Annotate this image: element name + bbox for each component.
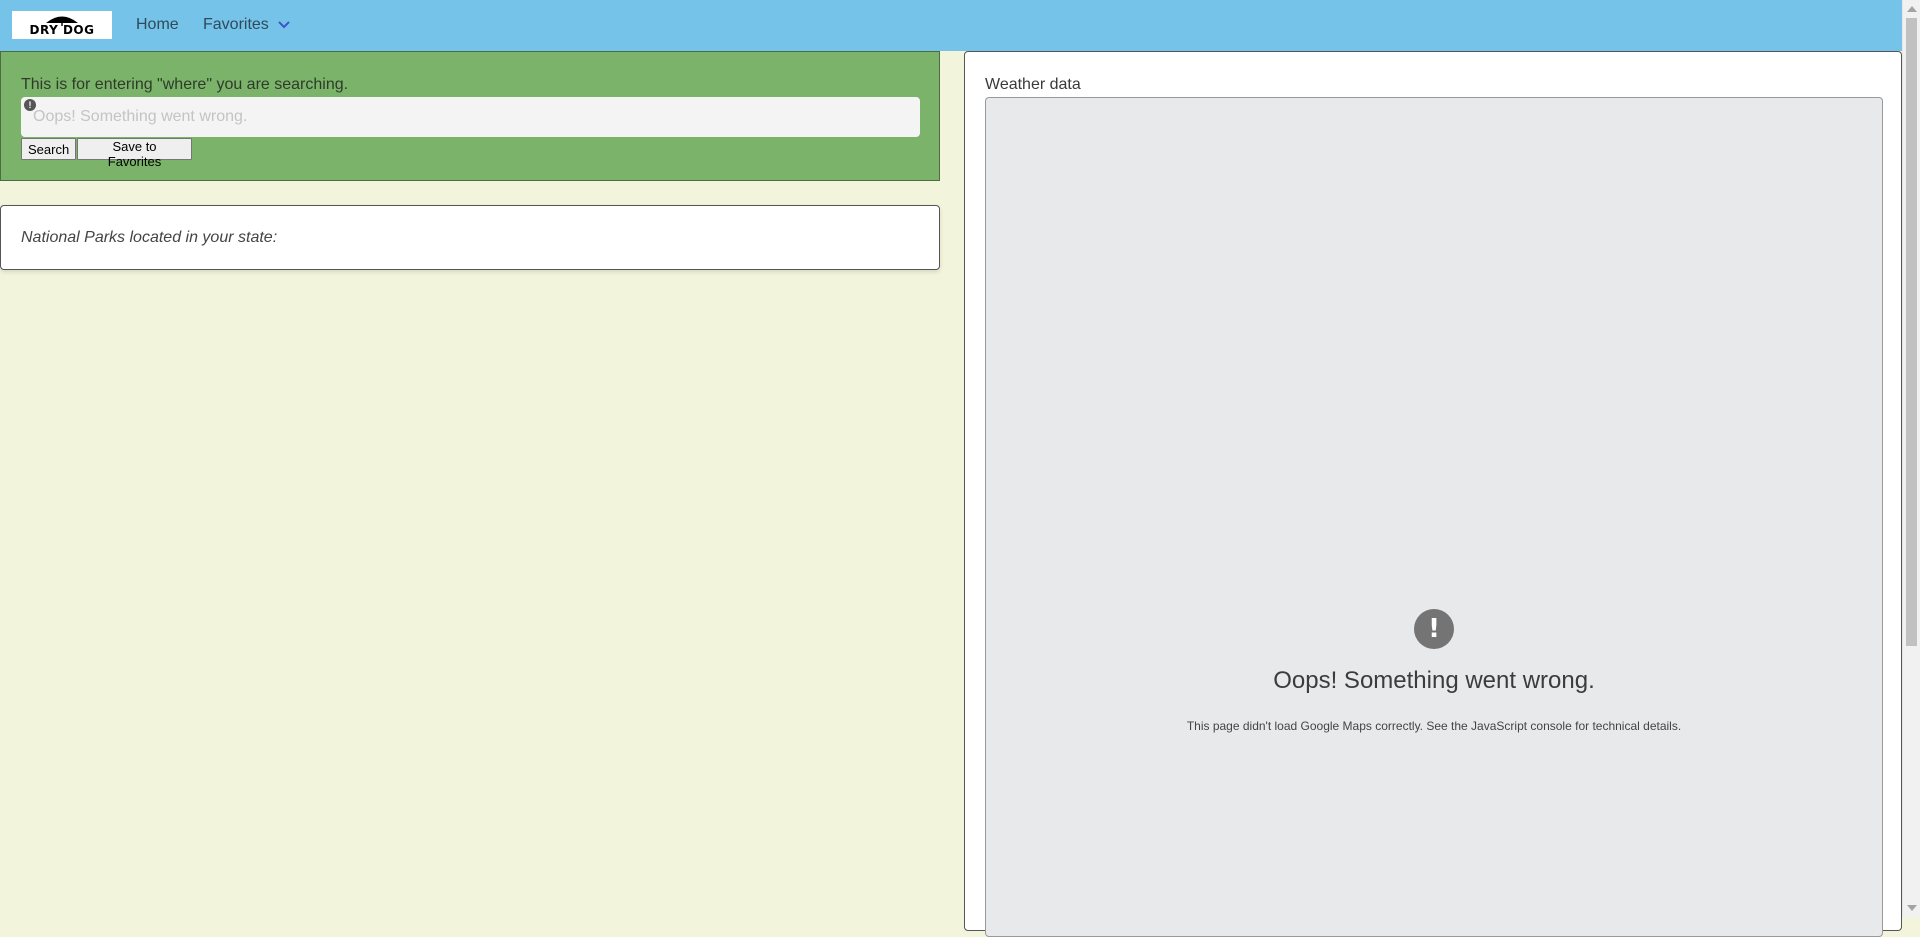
exclamation-circle-icon: ! <box>1414 609 1454 649</box>
map-error-text: This page didn't load Google Maps correc… <box>1186 719 1682 733</box>
nav-favorites-label: Favorites <box>203 16 269 33</box>
map-error-title: Oops! Something went wrong. <box>1273 667 1595 694</box>
dry-dog-logo[interactable]: DRY DOG <box>12 11 112 39</box>
scroll-down-icon[interactable] <box>1907 905 1917 911</box>
national-parks-panel: National Parks located in your state: <box>0 205 940 270</box>
search-input[interactable] <box>21 97 920 137</box>
weather-label: Weather data <box>985 76 1081 93</box>
search-panel: This is for entering "where" you are sea… <box>0 51 940 181</box>
logo-mark: DRY DOG <box>24 14 100 36</box>
logo-text: DRY DOG <box>29 23 95 37</box>
map-error-message: ! Oops! Something went wrong. This page … <box>986 609 1882 733</box>
map-container[interactable]: ! Oops! Something went wrong. This page … <box>985 97 1883 937</box>
search-input-container: ! <box>21 97 920 137</box>
nav-home-link[interactable]: Home <box>136 16 179 34</box>
chevron-down-icon <box>278 16 290 34</box>
weather-panel: Weather data ! Oops! Something went wron… <box>964 51 1902 937</box>
national-parks-label: National Parks located in your state: <box>21 229 278 246</box>
navbar: DRY DOG Home Favorites <box>0 0 1902 51</box>
search-description: This is for entering "where" you are sea… <box>21 76 349 93</box>
nav-favorites-dropdown[interactable]: Favorites <box>203 16 290 34</box>
search-button[interactable]: Search <box>21 138 76 160</box>
scrollbar-thumb[interactable] <box>1906 18 1917 646</box>
scroll-up-icon[interactable] <box>1907 6 1917 12</box>
exclamation-icon: ! <box>24 99 36 111</box>
save-to-favorites-button[interactable]: Save to Favorites <box>77 138 192 169</box>
page-scrollbar[interactable] <box>1902 0 1920 917</box>
